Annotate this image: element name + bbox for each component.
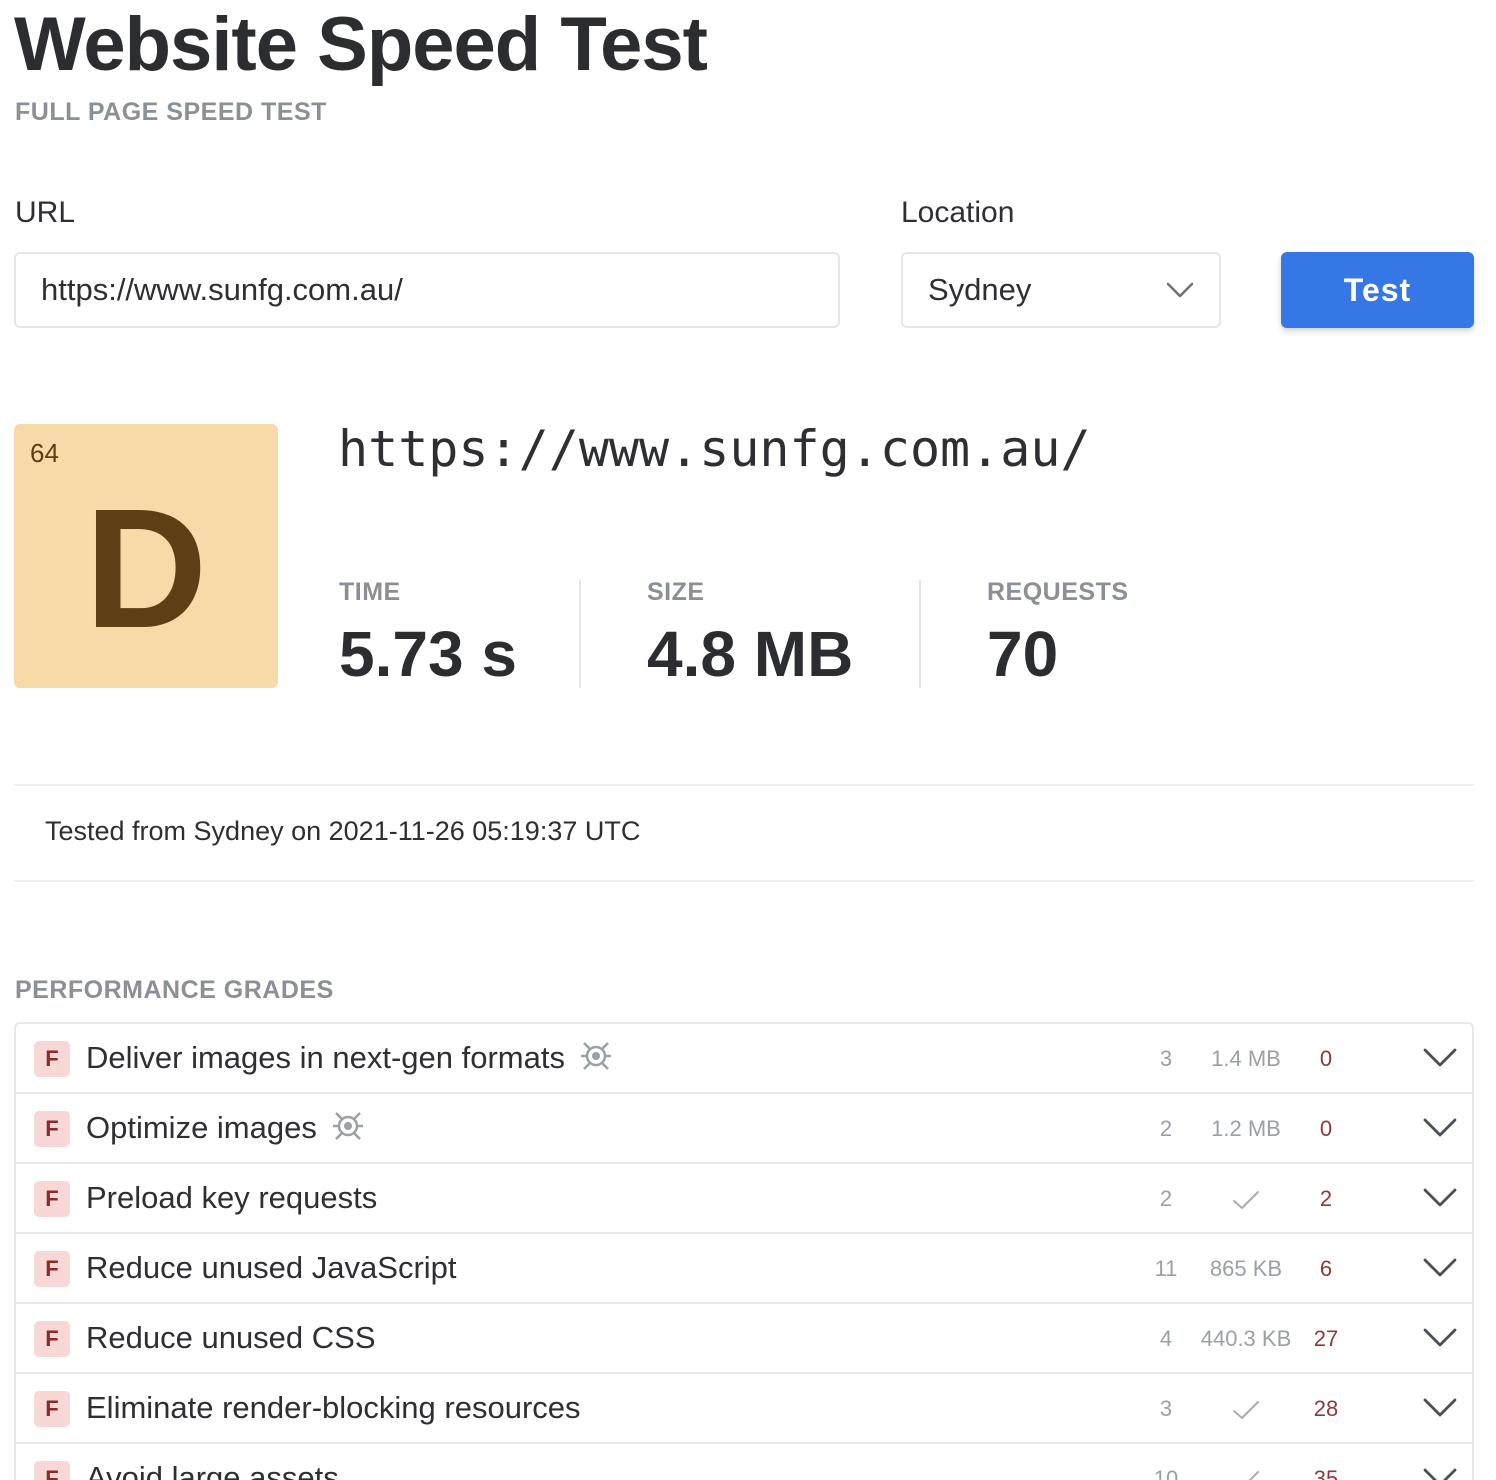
performance-grades-title: PERFORMANCE GRADES bbox=[15, 976, 334, 1004]
metric-divider bbox=[919, 580, 921, 688]
grade-row-size-cell: 1.4 MB bbox=[1186, 1046, 1306, 1072]
check-icon bbox=[1233, 1401, 1259, 1420]
grade-row-size-cell bbox=[1186, 1466, 1306, 1480]
grade-row[interactable]: F Reduce unused JavaScript 11 865 KB 6 bbox=[16, 1234, 1472, 1304]
grade-row-size-cell: 440.3 KB bbox=[1186, 1326, 1306, 1352]
grade-row-size-cell bbox=[1186, 1396, 1306, 1422]
metric-label: REQUESTS bbox=[987, 578, 1129, 606]
grade-row-title-wrap: Deliver images in next-gen formats bbox=[86, 1038, 613, 1078]
grade-row-title-wrap: Optimize images bbox=[86, 1108, 365, 1148]
grade-row-impact: 0 bbox=[1319, 1046, 1333, 1071]
grade-badge: F bbox=[34, 1391, 70, 1427]
grade-badge: F bbox=[34, 1111, 70, 1147]
metric-divider bbox=[579, 580, 581, 688]
location-label: Location bbox=[901, 196, 1015, 229]
tested-url: https://www.sunfg.com.au/ bbox=[338, 420, 1091, 478]
grade-row[interactable]: F Optimize images 2 1.2 MB 0 bbox=[16, 1094, 1472, 1164]
page-title: Website Speed Test bbox=[14, 2, 708, 87]
chevron-down-icon[interactable] bbox=[1422, 1396, 1458, 1420]
url-input[interactable] bbox=[14, 252, 840, 328]
grade-row-title: Eliminate render-blocking resources bbox=[86, 1390, 581, 1425]
location-select[interactable]: Sydney bbox=[901, 252, 1221, 328]
grade-row-title: Optimize images bbox=[86, 1110, 317, 1145]
chevron-down-icon[interactable] bbox=[1422, 1256, 1458, 1280]
grade-row-title-wrap: Preload key requests bbox=[86, 1178, 377, 1218]
url-label: URL bbox=[15, 196, 76, 229]
bug-icon bbox=[331, 1108, 365, 1142]
grade-row[interactable]: F Preload key requests 2 2 bbox=[16, 1164, 1472, 1234]
chevron-down-icon[interactable] bbox=[1422, 1186, 1458, 1210]
check-icon bbox=[1248, 1471, 1259, 1480]
speed-test-page: Website Speed Test FULL PAGE SPEED TEST … bbox=[0, 0, 1496, 1480]
grade-row[interactable]: F Eliminate render-blocking resources 3 28 bbox=[16, 1374, 1472, 1444]
metric-value: 4.8 MB bbox=[647, 618, 854, 690]
grade-row-size: 1.4 MB bbox=[1211, 1046, 1281, 1071]
performance-grade: D bbox=[84, 474, 208, 664]
chevron-down-icon[interactable] bbox=[1422, 1326, 1458, 1350]
grade-row-title-wrap: Eliminate render-blocking resources bbox=[86, 1388, 581, 1428]
grade-row-title-wrap: Reduce unused JavaScript bbox=[86, 1248, 457, 1288]
grade-row-title: Preload key requests bbox=[86, 1180, 378, 1215]
grade-row-title: Deliver images in next-gen formats bbox=[86, 1040, 565, 1075]
divider bbox=[14, 784, 1474, 786]
grade-row-impact: 35 bbox=[1313, 1466, 1339, 1480]
location-selected-value: Sydney bbox=[928, 272, 1032, 307]
chevron-down-icon[interactable] bbox=[1422, 1116, 1458, 1140]
grade-row-impact: 27 bbox=[1313, 1326, 1339, 1351]
grade-row-impact: 2 bbox=[1319, 1186, 1333, 1211]
grade-row-size-cell: 1.2 MB bbox=[1186, 1116, 1306, 1142]
metric-value: 5.73 s bbox=[339, 618, 517, 690]
divider bbox=[14, 880, 1474, 882]
grade-row-size-cell bbox=[1186, 1186, 1306, 1212]
bug-icon bbox=[579, 1038, 613, 1072]
grade-badge: F bbox=[34, 1041, 70, 1077]
metric-value: 70 bbox=[987, 618, 1059, 690]
metric-requests: REQUESTS 70 bbox=[987, 578, 1129, 691]
grade-row-title: Reduce unused JavaScript bbox=[86, 1250, 457, 1285]
metric-size: SIZE 4.8 MB bbox=[647, 578, 853, 691]
grade-badge: F bbox=[34, 1181, 70, 1217]
grade-row-impact: 6 bbox=[1319, 1256, 1333, 1281]
grade-row-title: Reduce unused CSS bbox=[86, 1320, 376, 1355]
grade-row[interactable]: F Avoid large assets 10 35 bbox=[16, 1444, 1472, 1480]
grade-row[interactable]: F Deliver images in next-gen formats 3 1.4 … bbox=[16, 1024, 1472, 1094]
performance-grades-list: F Deliver images in next-gen formats 3 1.4 … bbox=[14, 1022, 1474, 1480]
metric-time: TIME 5.73 s bbox=[339, 578, 517, 691]
metric-label: SIZE bbox=[647, 578, 705, 606]
performance-score: 64 bbox=[30, 438, 59, 468]
grade-row-title-wrap: Reduce unused CSS bbox=[86, 1318, 376, 1358]
grade-row-size: 1.2 MB bbox=[1211, 1116, 1281, 1141]
grade-row-impact: 0 bbox=[1319, 1116, 1333, 1141]
grade-badge: F bbox=[34, 1461, 70, 1480]
tested-info: Tested from Sydney on 2021-11-26 05:19:3… bbox=[45, 816, 641, 846]
chevron-down-icon bbox=[1166, 282, 1194, 298]
grade-box: 64 D bbox=[14, 424, 278, 688]
chevron-down-icon[interactable] bbox=[1422, 1466, 1458, 1480]
check-icon bbox=[1233, 1191, 1259, 1210]
page-subtitle: FULL PAGE SPEED TEST bbox=[15, 98, 327, 126]
grade-row-size-cell: 865 KB bbox=[1186, 1256, 1306, 1282]
grade-row[interactable]: F Reduce unused CSS 4 440.3 KB 27 bbox=[16, 1304, 1472, 1374]
grade-badge: F bbox=[34, 1321, 70, 1357]
grade-badge: F bbox=[34, 1251, 70, 1287]
grade-row-size: 440.3 KB bbox=[1200, 1326, 1292, 1351]
metric-label: TIME bbox=[339, 578, 401, 606]
test-button[interactable]: Test bbox=[1281, 252, 1474, 328]
grade-row-size: 865 KB bbox=[1209, 1256, 1283, 1281]
grade-row-impact: 28 bbox=[1313, 1396, 1339, 1421]
grade-row-title-wrap: Avoid large assets bbox=[86, 1458, 339, 1480]
grade-row-title: Avoid large assets bbox=[86, 1460, 339, 1480]
chevron-down-icon[interactable] bbox=[1422, 1046, 1458, 1070]
